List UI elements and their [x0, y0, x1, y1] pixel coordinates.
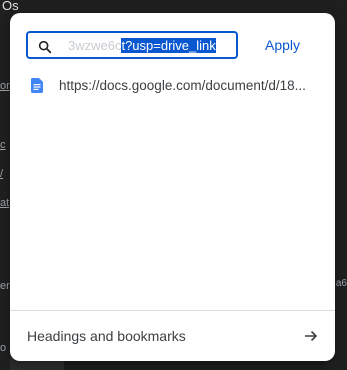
link-dialog: 3wzwe6ct?usp=drive_link Apply https://do… — [10, 13, 335, 361]
headings-and-bookmarks-label: Headings and bookmarks — [27, 328, 186, 344]
background-fragment: at — [0, 197, 10, 209]
link-search-value-faded: 3wzwe6c — [68, 38, 122, 53]
background-fragment: o — [0, 342, 7, 354]
google-docs-icon — [31, 78, 43, 93]
link-search-value-selected: t?usp=drive_link — [121, 38, 216, 53]
headings-and-bookmarks-button[interactable]: Headings and bookmarks — [10, 311, 335, 361]
background-fragment-right: a6 — [335, 278, 347, 289]
background-fragment: / — [0, 168, 4, 180]
link-search-input[interactable]: 3wzwe6ct?usp=drive_link — [26, 31, 238, 59]
apply-button[interactable]: Apply — [259, 33, 306, 57]
link-search-row: 3wzwe6ct?usp=drive_link Apply — [26, 31, 326, 61]
link-suggestion-item[interactable]: https://docs.google.com/document/d/18... — [10, 73, 335, 99]
link-search-value[interactable]: 3wzwe6ct?usp=drive_link — [68, 37, 228, 55]
background-fragment: er — [0, 280, 10, 292]
link-suggestion-url: https://docs.google.com/document/d/18... — [59, 78, 306, 93]
background-left-edge: or c / at er o — [0, 0, 10, 370]
search-icon — [38, 40, 52, 54]
background-fragment: c — [0, 139, 6, 151]
arrow-right-icon — [305, 330, 318, 342]
background-fragment: or — [0, 80, 10, 92]
